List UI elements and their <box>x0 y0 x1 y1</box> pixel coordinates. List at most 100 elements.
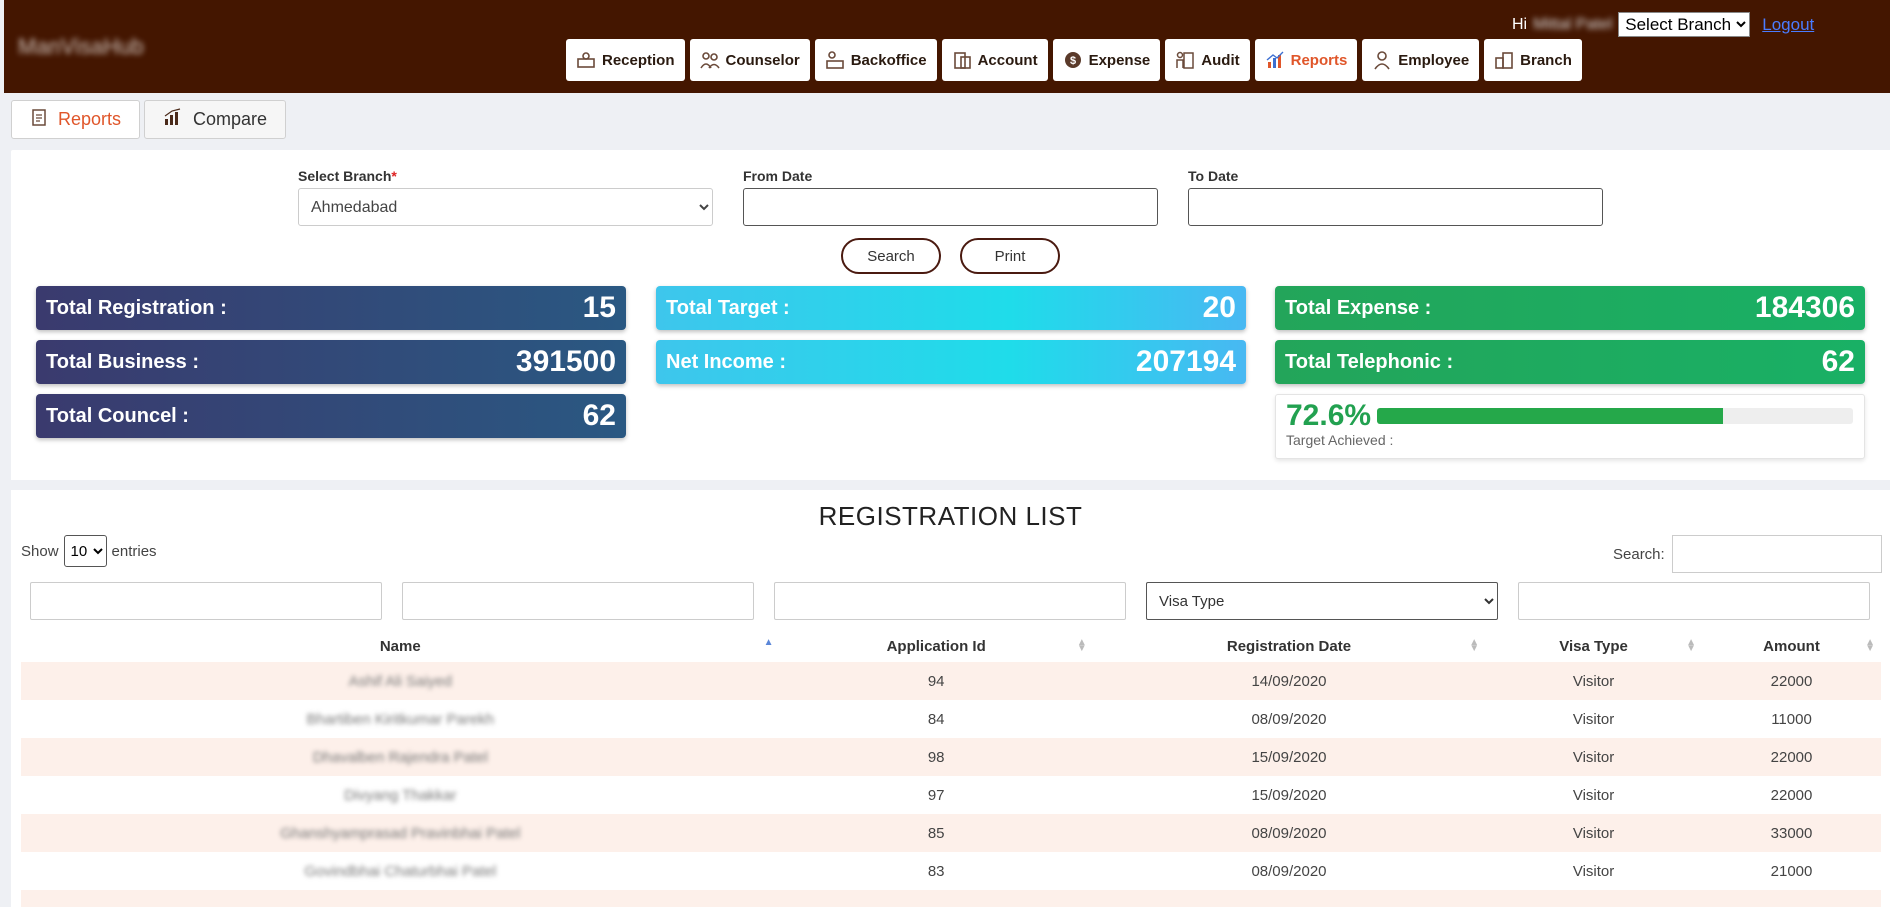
registration-list: REGISTRATION LIST Show 10 entries Search… <box>11 490 1890 907</box>
table-row[interactable]: Ghanshyamprasad Pravinbhai Patel 85 08/0… <box>21 814 1881 852</box>
stat-total-councel: Total Councel : 62 <box>36 394 626 438</box>
nav-account[interactable]: Account <box>941 39 1048 81</box>
cell-visa-type: Visitor <box>1485 814 1702 852</box>
cell-name: Bhartiben Kiritkumar Parekh <box>306 710 495 728</box>
cell-visa-type: Visitor <box>1572 710 1615 728</box>
table-row[interactable]: Ashif Ali Saiyed 94 14/09/2020 Visitor 2… <box>21 662 1881 700</box>
col-header-registration-date[interactable]: Registration Date ▲ ▼ <box>1093 630 1485 662</box>
bar-chart-icon <box>163 108 183 131</box>
sort-asc-icon: ▲ <box>763 637 774 648</box>
registration-table: Name ▲ Application Id ▲ ▼ Registration Date… <box>21 630 1881 907</box>
table-row[interactable]: Bhartiben Kiritkumar Parekh 84 08/09/202… <box>21 700 1881 738</box>
report-panel: Select Branch* Ahmedabad From Date To Da… <box>11 150 1890 480</box>
nav-expense[interactable]: $ Expense <box>1052 39 1161 81</box>
to-date-input[interactable] <box>1188 188 1603 226</box>
cell-application-id: 85 <box>779 814 1093 852</box>
logout-link[interactable]: Logout <box>1762 15 1814 35</box>
cell-amount: 33000 <box>1702 814 1881 852</box>
report-tabs: Reports Compare <box>11 100 287 139</box>
header-branch-select[interactable]: Select Branch <box>1618 12 1751 37</box>
branch-label: Select Branch* <box>298 168 397 184</box>
name-filter-input[interactable] <box>30 582 382 620</box>
search-input[interactable] <box>1671 535 1882 573</box>
cell-registration-date: 14/09/2020 <box>1092 662 1486 700</box>
cell-registration-date: 15/09/2020 <box>1092 738 1486 776</box>
expense-icon: $ <box>1063 50 1083 70</box>
counselor-icon <box>699 50 720 70</box>
cell-registration-date: 08/09/2020 <box>1251 862 1327 880</box>
cell-registration-date: 15/09/2020 <box>1251 786 1327 804</box>
print-button[interactable]: Print <box>960 238 1060 274</box>
stat-value: 207194 <box>1135 345 1236 378</box>
col-header-name[interactable]: Name ▲ <box>21 630 780 662</box>
sort-icon: ▲ ▼ <box>1076 637 1087 654</box>
nav-label: Expense <box>1088 51 1151 69</box>
cell-registration-date: 08/09/2020 <box>1092 814 1486 852</box>
cell-application-id: 83 <box>927 862 945 880</box>
entries-control: Show 10 entries <box>21 535 157 567</box>
cell-name: Ghanshyamprasad Pravinbhai Patel <box>280 824 521 842</box>
stat-value: 15 <box>582 291 616 324</box>
nav-branch[interactable]: Branch <box>1484 39 1582 81</box>
cell-amount: 22000 <box>1770 786 1813 804</box>
stat-total-telephonic: Total Telephonic : 62 <box>1275 340 1865 384</box>
cell-amount: 22000 <box>1702 662 1881 700</box>
tab-reports[interactable]: Reports <box>11 100 141 139</box>
table-row[interactable]: Govindbhai Chaturbhai Patel 83 08/09/202… <box>21 852 1881 890</box>
amount-filter-input[interactable] <box>1518 582 1870 620</box>
tab-compare[interactable]: Compare <box>144 100 287 139</box>
nav-label: Backoffice <box>850 51 927 69</box>
table-row[interactable]: Divyang Thakkar 97 15/09/2020 Visitor 22… <box>21 776 1881 814</box>
achieved-progress-bar <box>1377 408 1853 424</box>
target-achieved-card: 72.6% Target Achieved : <box>1275 394 1865 459</box>
svg-text:$: $ <box>1070 55 1076 67</box>
nav-counselor[interactable]: Counselor <box>689 39 810 81</box>
reception-icon <box>576 50 596 70</box>
stat-total-business: Total Business : 391500 <box>36 340 626 384</box>
application-id-filter-input[interactable] <box>402 582 754 620</box>
nav-label: Branch <box>1520 51 1572 69</box>
stat-total-target: Total Target : 20 <box>656 286 1246 330</box>
visa-type-filter-select[interactable]: Visa Type <box>1146 582 1498 620</box>
account-icon <box>952 50 972 70</box>
cell-visa-type: Visitor <box>1485 738 1702 776</box>
sort-icon: ▲ ▼ <box>1686 637 1696 654</box>
nav-reception[interactable]: Reception <box>566 39 685 81</box>
cell-registration-date: 08/09/2020 <box>1251 710 1327 728</box>
brand-logo: ManVisaHub <box>18 34 144 59</box>
nav-label: Reports <box>1290 51 1348 69</box>
nav-label: Employee <box>1398 51 1470 69</box>
stat-label: Total Expense : <box>1285 296 1432 319</box>
action-buttons: Search Print <box>841 238 1060 274</box>
nav-employee[interactable]: Employee <box>1362 39 1480 81</box>
cell-name: Dhavalben Rajendra Patel <box>312 748 488 766</box>
search-button[interactable]: Search <box>841 238 941 274</box>
col-header-amount[interactable]: Amount ▲ ▼ <box>1702 630 1881 662</box>
cell-visa-type: Visitor <box>1572 862 1615 880</box>
sort-icon: ▲ ▼ <box>1469 637 1480 654</box>
cell-visa-type: Visitor <box>1572 786 1615 804</box>
nav-label: Reception <box>602 51 675 69</box>
to-date-label: To Date <box>1188 168 1239 184</box>
registration-date-filter-input[interactable] <box>774 582 1126 620</box>
nav-reports[interactable]: Reports <box>1254 39 1358 81</box>
nav-backoffice[interactable]: Backoffice <box>814 39 937 81</box>
cell-application-id: 94 <box>779 662 1093 700</box>
cell-amount: 11000 <box>1771 710 1812 728</box>
nav-label: Counselor <box>725 51 800 69</box>
stat-label: Total Councel : <box>46 404 189 427</box>
achieved-progress-fill <box>1377 408 1723 424</box>
entries-select[interactable]: 10 <box>63 535 107 567</box>
nav-audit[interactable]: Audit <box>1165 39 1250 81</box>
col-header-visa-type[interactable]: Visa Type ▲ ▼ <box>1485 630 1702 662</box>
table-row[interactable]: Dhavalben Rajendra Patel 98 15/09/2020 V… <box>21 738 1881 776</box>
column-filters: Visa Type <box>30 582 1870 620</box>
cell-application-id: 97 <box>927 786 945 804</box>
cell-name: Ashif Ali Saiyed <box>348 672 452 690</box>
from-date-input[interactable] <box>743 188 1158 226</box>
col-header-application-id[interactable]: Application Id ▲ ▼ <box>780 630 1093 662</box>
stat-value: 20 <box>1202 291 1236 324</box>
cell-amount: 22000 <box>1702 738 1881 776</box>
branch-select[interactable]: Ahmedabad <box>298 188 713 226</box>
employee-icon <box>1372 50 1392 70</box>
